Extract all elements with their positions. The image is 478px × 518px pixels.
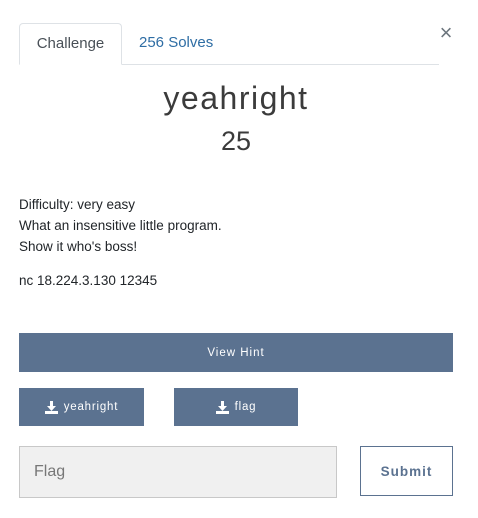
download-icon — [44, 400, 58, 414]
challenge-value: 25 — [220, 126, 252, 156]
tab-bar: Challenge 256 Solves — [19, 23, 439, 65]
file-label: flag — [234, 401, 257, 413]
file-download-button[interactable]: yeahright — [19, 388, 144, 426]
file-download-button[interactable]: flag — [174, 388, 298, 426]
description-line: What an insensitive little program. — [19, 218, 222, 233]
download-icon — [215, 400, 229, 414]
flag-input[interactable] — [19, 446, 337, 498]
description-line: Difficulty: very easy — [19, 197, 136, 212]
connection-info: nc 18.224.3.130 12345 — [19, 273, 158, 288]
description-line: Show it who's boss! — [19, 239, 138, 254]
view-hint-button[interactable]: View Hint — [19, 333, 453, 372]
submit-button[interactable]: Submit — [360, 446, 453, 496]
challenge-name: yeahright — [163, 80, 309, 116]
tab-challenge[interactable]: Challenge — [19, 23, 122, 65]
file-label: yeahright — [63, 401, 119, 413]
close-icon[interactable]: × — [437, 20, 455, 46]
challenge-description: Difficulty: very easy What an insensitiv… — [19, 194, 222, 257]
tab-solves[interactable]: 256 Solves — [139, 23, 213, 64]
challenge-modal: Challenge 256 Solves × yeahright 25 Diff… — [0, 0, 478, 518]
